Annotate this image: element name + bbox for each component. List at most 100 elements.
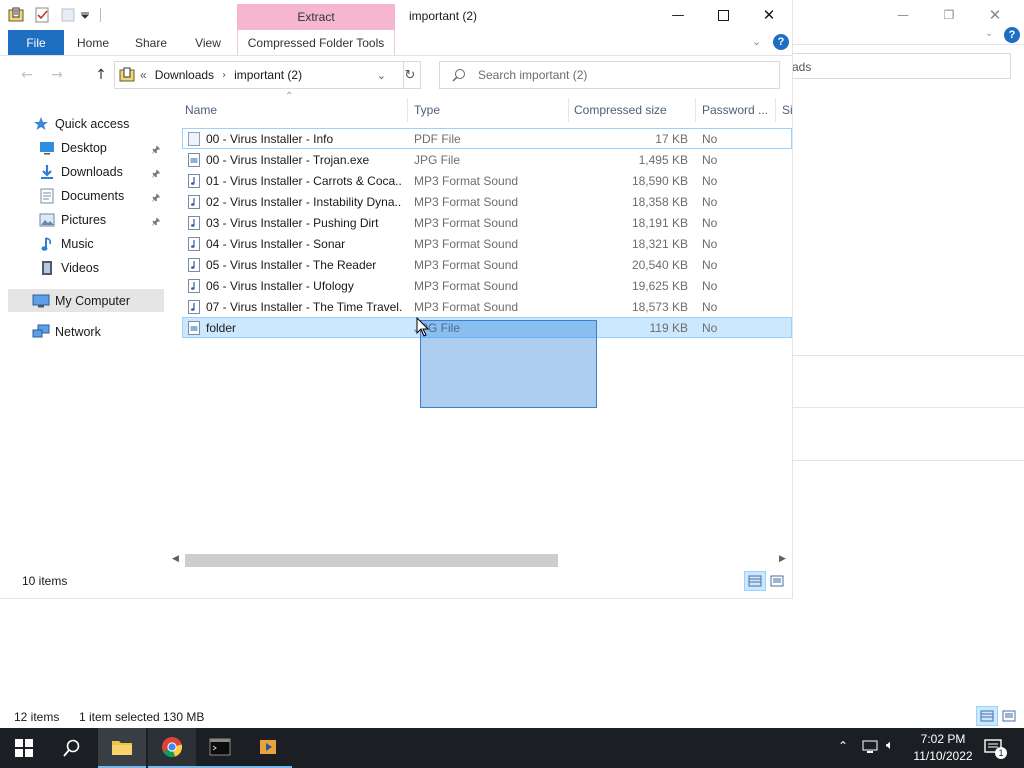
- taskbar-terminal[interactable]: [196, 728, 244, 768]
- properties-icon[interactable]: [34, 7, 50, 23]
- file-name: 05 - Virus Installer - The Reader: [206, 257, 377, 272]
- taskbar-file-explorer[interactable]: [98, 728, 146, 768]
- column-divider[interactable]: [407, 98, 408, 122]
- background-help-icon[interactable]: ?: [1004, 27, 1020, 43]
- file-type: MP3 Format Sound: [414, 215, 519, 230]
- volume-icon[interactable]: 🔈︎: [886, 738, 894, 753]
- file-row[interactable]: 00 - Virus Installer - Trojan.exe JPG Fil…: [182, 149, 792, 170]
- tab-home[interactable]: Home: [73, 30, 113, 55]
- refresh-icon[interactable]: ↻: [399, 64, 421, 86]
- nav-label: Downloads: [61, 165, 123, 179]
- back-arrow-icon[interactable]: ←: [16, 64, 38, 86]
- file-type: JPG File: [414, 152, 461, 167]
- column-header-compressed-size[interactable]: Compressed size: [574, 96, 692, 124]
- nav-item-network[interactable]: Network: [32, 321, 101, 343]
- column-divider[interactable]: [775, 98, 776, 122]
- qat-divider: [100, 8, 101, 22]
- column-header-password[interactable]: Password ...: [702, 96, 774, 124]
- background-restore-icon[interactable]: ❐: [926, 0, 972, 30]
- search-input[interactable]: Search important (2): [439, 61, 780, 89]
- customize-qat-icon[interactable]: [80, 7, 90, 23]
- file-row[interactable]: 05 - Virus Installer - The Reader MP3 For…: [182, 254, 792, 275]
- nav-label: Music: [61, 237, 94, 251]
- nav-item-my-computer[interactable]: My Computer: [8, 289, 164, 312]
- nav-item-desktop[interactable]: Desktop: [38, 137, 107, 159]
- background-close-icon[interactable]: ✕: [972, 0, 1018, 30]
- breadcrumb-chevron-icon[interactable]: ›: [222, 70, 226, 81]
- terminal-icon: [209, 738, 231, 756]
- nav-item-downloads[interactable]: Downloads: [38, 161, 123, 183]
- file-row[interactable]: 00 - Virus Installer - Info PDF File 17 KB…: [182, 128, 792, 149]
- tab-view[interactable]: View: [188, 30, 228, 55]
- tab-compressed-folder-tools[interactable]: Compressed Folder Tools: [237, 30, 395, 55]
- address-history-chevron-icon[interactable]: ⌄: [377, 69, 386, 82]
- file-name: 07 - Virus Installer - The Time Travel..…: [206, 299, 402, 314]
- tab-share[interactable]: Share: [130, 30, 172, 55]
- extract-context-tab[interactable]: Extract: [237, 4, 395, 30]
- file-row[interactable]: 02 - Virus Installer - Instability Dyna.…: [182, 191, 792, 212]
- file-password: No: [702, 173, 718, 188]
- horizontal-scrollbar-thumb[interactable]: [185, 554, 558, 567]
- column-header-size[interactable]: Si: [782, 96, 792, 124]
- forward-arrow-icon[interactable]: →: [46, 64, 68, 86]
- details-view-icon[interactable]: [744, 571, 766, 591]
- new-folder-icon[interactable]: [60, 7, 76, 23]
- breadcrumb-current[interactable]: important (2): [234, 68, 302, 82]
- taskbar-search-button[interactable]: [48, 728, 96, 768]
- ribbon-expand-icon[interactable]: ⌄: [752, 35, 761, 48]
- minimize-icon[interactable]: —: [655, 0, 701, 30]
- nav-item-pictures[interactable]: Pictures: [38, 209, 106, 231]
- file-name: 00 - Virus Installer - Info: [206, 131, 334, 146]
- pin-icon: 🖈︎: [151, 145, 161, 156]
- audio-file-icon: [188, 254, 202, 275]
- large-icons-view-icon[interactable]: [769, 573, 785, 589]
- nav-label: Quick access: [55, 117, 130, 131]
- file-compressed-size: 18,321 KB: [631, 236, 688, 251]
- maximize-icon[interactable]: [700, 0, 746, 30]
- file-type: MP3 Format Sound: [414, 278, 519, 293]
- close-icon[interactable]: ✕: [746, 0, 792, 30]
- file-row[interactable]: 03 - Virus Installer - Pushing Dirt MP3 F…: [182, 212, 792, 233]
- file-type: MP3 Format Sound: [414, 236, 519, 251]
- up-arrow-icon[interactable]: ↑: [90, 64, 112, 86]
- taskbar-media-player[interactable]: [244, 728, 292, 768]
- clock[interactable]: 7:02 PM 11/10/2022: [908, 731, 978, 765]
- computer-icon: [32, 293, 50, 309]
- address-bar[interactable]: « Downloads › important (2) ⌄: [114, 61, 421, 89]
- background-minimize-icon[interactable]: —: [880, 0, 926, 30]
- help-icon[interactable]: ?: [773, 34, 789, 50]
- nav-item-documents[interactable]: Documents: [38, 185, 124, 207]
- file-password: No: [702, 299, 718, 314]
- file-password: No: [702, 257, 718, 272]
- column-header-name[interactable]: Name: [185, 96, 405, 124]
- background-details-view-icon[interactable]: [976, 706, 998, 726]
- search-icon: [63, 739, 80, 757]
- background-divider: [792, 355, 1024, 356]
- file-row[interactable]: 01 - Virus Installer - Carrots & Coca...…: [182, 170, 792, 191]
- breadcrumb-downloads[interactable]: Downloads: [155, 68, 214, 82]
- file-row[interactable]: 07 - Virus Installer - The Time Travel..…: [182, 296, 792, 317]
- column-divider[interactable]: [568, 98, 569, 122]
- taskbar-chrome[interactable]: [148, 728, 196, 768]
- videos-icon: [38, 260, 56, 276]
- scroll-right-arrow-icon[interactable]: ▶: [779, 554, 786, 564]
- start-button[interactable]: [0, 728, 48, 768]
- column-header-type[interactable]: Type: [414, 96, 564, 124]
- file-row[interactable]: 04 - Virus Installer - Sonar MP3 Format S…: [182, 233, 792, 254]
- nav-item-videos[interactable]: Videos: [38, 257, 99, 279]
- column-divider[interactable]: [695, 98, 696, 122]
- file-row[interactable]: 06 - Virus Installer - Ufology MP3 Format…: [182, 275, 792, 296]
- network-status-icon[interactable]: [862, 739, 880, 758]
- show-hidden-icons-chevron-icon[interactable]: ⌃: [838, 739, 848, 753]
- pin-icon: 🖈︎: [151, 217, 161, 228]
- breadcrumb-overflow[interactable]: «: [140, 68, 147, 82]
- background-ribbon-expand-icon[interactable]: ⌄: [985, 28, 993, 39]
- file-compressed-size: 18,573 KB: [631, 299, 688, 314]
- nav-label: Pictures: [61, 213, 107, 227]
- background-search-input[interactable]: ads: [792, 53, 1011, 79]
- background-large-icons-view-icon[interactable]: [1001, 708, 1017, 724]
- tab-file[interactable]: File: [8, 30, 64, 55]
- nav-quick-access[interactable]: Quick access: [32, 113, 129, 135]
- scroll-left-arrow-icon[interactable]: ◀: [172, 554, 179, 564]
- nav-item-music[interactable]: Music: [38, 233, 94, 255]
